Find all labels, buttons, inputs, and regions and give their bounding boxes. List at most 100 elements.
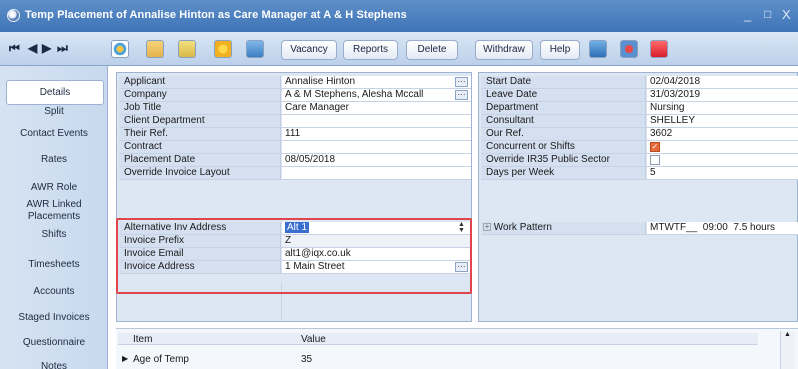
right-details-grid: Start Date 02/04/2018 Leave Date 31/03/2…	[478, 72, 798, 322]
company-lookup-button[interactable]: ···	[455, 90, 468, 100]
row-label: Consultant	[481, 115, 646, 127]
email-icon[interactable]	[589, 40, 607, 58]
expand-work-pattern-icon[interactable]: +	[483, 223, 491, 232]
minimize-button[interactable]: _	[744, 7, 751, 22]
override-ir35-checkbox[interactable]	[650, 155, 660, 165]
column-header-value[interactable]: Value	[301, 334, 326, 345]
map-icon[interactable]	[246, 40, 264, 58]
window-title: Temp Placement of Annalise Hinton as Car…	[25, 9, 407, 21]
concurrent-or-shifts-checkbox[interactable]: ✓	[650, 142, 660, 152]
help-button[interactable]: Help	[540, 40, 580, 60]
sidebar-item-awr-linked-placements[interactable]: AWR Linked Placements	[0, 199, 108, 223]
sidebar-item-notes[interactable]: Notes	[0, 361, 108, 369]
row-label: Our Ref.	[481, 128, 646, 140]
their-ref-field[interactable]: 111	[282, 128, 471, 140]
days-per-week-field[interactable]: 5	[647, 167, 798, 179]
grid-row-concurrent-or-shifts: Concurrent or Shifts ✓	[481, 141, 798, 154]
grid-row-work-pattern: + Work Pattern MTWTF__ 09:00 7.5 hours	[481, 222, 798, 235]
sidebar-item-staged-invoices[interactable]: Staged Invoices	[0, 312, 108, 324]
row-label: Client Department	[119, 115, 281, 127]
bottom-table-scrollbar[interactable]: ▲	[780, 331, 794, 369]
row-pointer-icon: ▶	[122, 354, 129, 363]
bottom-table-header: Item Value	[118, 333, 758, 345]
sidebar-item-contact-events[interactable]: Contact Events	[0, 128, 108, 140]
withdraw-button[interactable]: Withdraw	[475, 40, 533, 60]
reports-button[interactable]: Reports	[343, 40, 398, 60]
row-label: Company	[119, 89, 281, 101]
grid-row-override-ir35: Override IR35 Public Sector	[481, 154, 798, 167]
start-date-field[interactable]: 02/04/2018	[647, 76, 798, 88]
exit-icon[interactable]	[650, 40, 668, 58]
sidebar-item-shifts[interactable]: Shifts	[0, 229, 108, 241]
column-header-item[interactable]: Item	[133, 334, 152, 345]
delete-button[interactable]: Delete	[406, 40, 458, 60]
row-label: Days per Week	[481, 167, 646, 179]
row-label: Contract	[119, 141, 281, 153]
job-title-field[interactable]: Care Manager	[282, 102, 471, 114]
grid-row-client-department: Client Department	[119, 115, 471, 128]
grid-row-days-per-week: Days per Week 5	[481, 167, 798, 180]
sidebar-item-rates[interactable]: Rates	[0, 154, 108, 166]
our-ref-field[interactable]: 3602	[647, 128, 798, 140]
contract-field[interactable]	[282, 141, 471, 153]
row-label: Job Title	[119, 102, 281, 114]
star-icon[interactable]	[214, 40, 232, 58]
row-label: Applicant	[119, 76, 281, 88]
placement-date-field[interactable]: 08/05/2018	[282, 154, 471, 166]
next-record-icon[interactable]: ▶	[42, 41, 51, 55]
vacancy-button[interactable]: Vacancy	[281, 40, 337, 60]
grid-row-consultant: Consultant SHELLEY	[481, 115, 798, 128]
applicant-field[interactable]: Annalise Hinton	[282, 76, 471, 88]
note-icon[interactable]	[178, 40, 196, 58]
row-label: Placement Date	[119, 154, 281, 166]
override-invoice-layout-field[interactable]	[282, 167, 471, 179]
leave-date-field[interactable]: 31/03/2019	[647, 89, 798, 101]
refresh-icon[interactable]	[111, 40, 129, 58]
sidebar-item-details[interactable]: Details	[6, 80, 104, 105]
sidebar-item-split[interactable]: Split	[0, 106, 108, 118]
last-record-icon[interactable]: ⏭	[57, 41, 68, 56]
grid-row-our-ref: Our Ref. 3602	[481, 128, 798, 141]
row-label: + Work Pattern	[481, 222, 646, 234]
toolbar: ⏮ ◀ ▶ ⏭ Vacancy Reports Delete Withdraw …	[0, 32, 798, 66]
client-department-field[interactable]	[282, 115, 471, 127]
sidebar-item-questionnaire[interactable]: Questionnaire	[0, 337, 108, 349]
grid-row-contract: Contract	[119, 141, 471, 154]
grid-row-job-title: Job Title Care Manager	[119, 102, 471, 115]
sidebar: Details Split Contact Events Rates AWR R…	[0, 66, 108, 369]
row-label: Concurrent or Shifts	[481, 141, 646, 153]
override-ir35-cell	[647, 154, 798, 166]
grid-row-their-ref: Their Ref. 111	[119, 128, 471, 141]
alert-icon[interactable]	[620, 40, 638, 58]
applicant-lookup-button[interactable]: ···	[455, 77, 468, 87]
consultant-field[interactable]: SHELLEY	[647, 115, 798, 127]
row-label: Override Invoice Layout	[119, 167, 281, 179]
bottom-table: Item Value ▶ Age of Temp 35 ▲	[116, 328, 798, 369]
sidebar-item-timesheets[interactable]: Timesheets	[0, 259, 108, 271]
grid-row-placement-date: Placement Date 08/05/2018	[119, 154, 471, 167]
row-label: Department	[481, 102, 646, 114]
row-label: Override IR35 Public Sector	[481, 154, 646, 166]
close-button[interactable]: X	[782, 7, 791, 22]
highlight-annotation	[116, 218, 472, 294]
sidebar-item-awr-role[interactable]: AWR Role	[0, 182, 108, 194]
grid-row-applicant: Applicant Annalise Hinton ···	[119, 76, 471, 89]
work-pattern-label: Work Pattern	[493, 222, 552, 233]
row-label: Their Ref.	[119, 128, 281, 140]
grid-row-company: Company A & M Stephens, Alesha Mccall ··…	[119, 89, 471, 102]
value-cell: 35	[301, 354, 313, 365]
first-record-icon[interactable]: ⏮	[9, 41, 20, 56]
work-pattern-field[interactable]: MTWTF__ 09:00 7.5 hours	[647, 222, 798, 234]
department-field[interactable]: Nursing	[647, 102, 798, 114]
sidebar-item-accounts[interactable]: Accounts	[0, 286, 108, 298]
app-icon	[7, 9, 20, 22]
window-title-bar: Temp Placement of Annalise Hinton as Car…	[0, 0, 798, 32]
previous-record-icon[interactable]: ◀	[28, 41, 37, 55]
grid-row-department: Department Nursing	[481, 102, 798, 115]
grid-row-leave-date: Leave Date 31/03/2019	[481, 89, 798, 102]
table-row[interactable]: ▶ Age of Temp 35	[118, 353, 758, 365]
row-label: Start Date	[481, 76, 646, 88]
table-icon[interactable]	[146, 40, 164, 58]
maximize-button[interactable]: □	[764, 7, 771, 21]
company-field[interactable]: A & M Stephens, Alesha Mccall	[282, 89, 471, 101]
